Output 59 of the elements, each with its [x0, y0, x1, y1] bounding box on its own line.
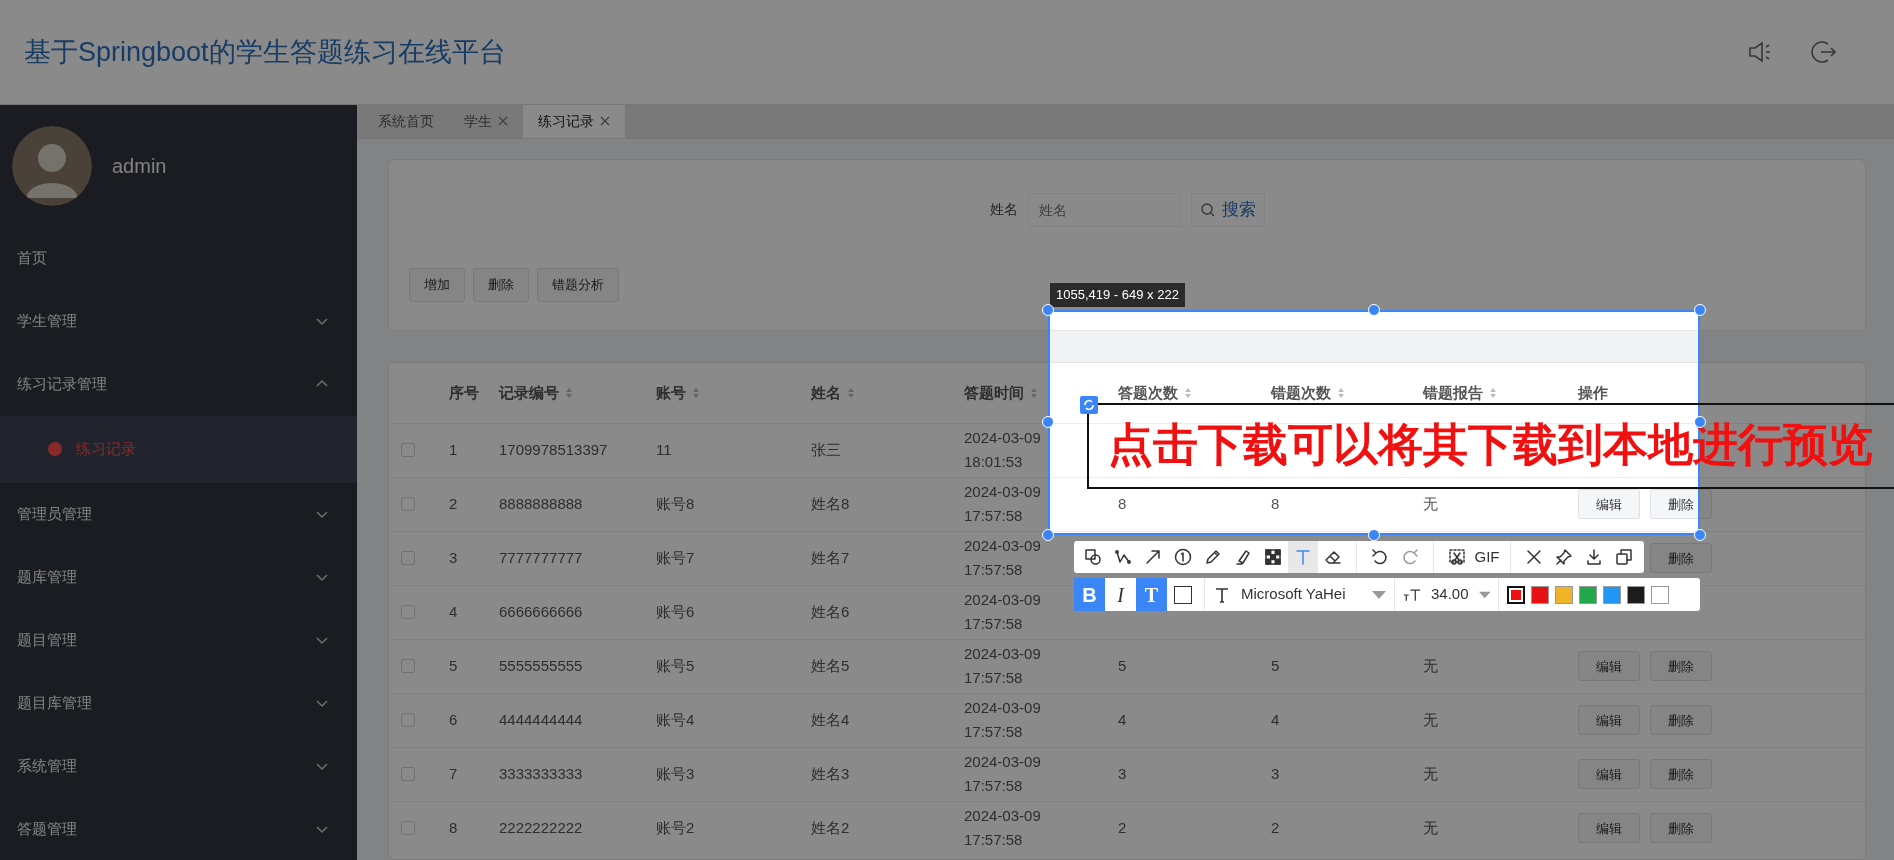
table-cell-text: 4	[1270, 710, 1281, 731]
table-cell-text: 11	[655, 440, 673, 461]
table-cell-text: 姓名3	[810, 764, 851, 785]
user-name: admin	[112, 153, 167, 179]
table-cell-text: 无	[1422, 656, 1439, 677]
table-cell-text: 4	[1117, 710, 1128, 731]
table-cell-text: 姓名2	[810, 818, 851, 839]
table-cell-text: 2	[1117, 818, 1128, 839]
table-cell-text: 无	[1422, 494, 1439, 515]
table-cell-text: 账号4	[655, 710, 696, 731]
table-cell-text: 2024-03-09 17:57:58	[963, 806, 1042, 851]
table-cell-text: 3	[1117, 764, 1128, 785]
size-label: 1055,419 - 649 x 222	[1050, 283, 1185, 307]
table-cell-text: 无	[1422, 710, 1439, 731]
table-cell-text: 3333333333	[498, 764, 584, 785]
table-cell-text: 无	[1422, 818, 1439, 839]
table-cell-text: 姓名8	[810, 494, 851, 515]
table-cell-text: 8888888888	[498, 494, 584, 515]
table-cell-text: 张三	[810, 440, 842, 461]
table-cell-text: 6	[448, 710, 459, 731]
table-cell-text: 账号2	[655, 818, 696, 839]
table-cell-text: 5	[448, 656, 459, 677]
table-cell-text: 7777777777	[498, 548, 584, 569]
app-title: 基于Springboot的学生答题练习在线平台	[24, 35, 506, 69]
table-cell-text: 2024-03-09 17:57:58	[963, 482, 1042, 527]
table-cell-text: 4444444444	[498, 710, 584, 731]
table-cell-text: 姓名5	[810, 656, 851, 677]
table-cell-text: 5555555555	[498, 656, 584, 677]
table-cell-text: 账号6	[655, 602, 696, 623]
table-cell-text: 姓名7	[810, 548, 851, 569]
table-cell-text: 2024-03-09 17:57:58	[963, 698, 1042, 743]
table-cell-text: 2024-03-09 18:01:53	[963, 428, 1042, 473]
table-cell-text: 账号3	[655, 764, 696, 785]
table-cell-text: 2024-03-09 17:57:58	[963, 752, 1042, 797]
table-cell-text: 3	[448, 548, 459, 569]
table-cell-text: 3	[1270, 764, 1281, 785]
table-cell-text: 2024-03-09 17:57:58	[963, 536, 1042, 581]
table-cell-text: 8	[448, 818, 459, 839]
table-cell-text: 5	[1270, 656, 1281, 677]
table-cell-text: 2222222222	[498, 818, 584, 839]
table-cell-text: 2	[448, 494, 459, 515]
table-cell-text: 1709978513397	[498, 440, 609, 461]
table-cell-text: 姓名6	[810, 602, 851, 623]
table-cell-text: 账号7	[655, 548, 696, 569]
table-cell-text: 无	[1422, 764, 1439, 785]
table-cell-text: 6666666666	[498, 602, 584, 623]
table-cell-text: 5	[1117, 656, 1128, 677]
table-cell-text: 2024-03-09 17:57:58	[963, 590, 1042, 635]
table-cell-text: 1	[448, 440, 459, 461]
table-cell-text: 8	[1117, 494, 1128, 515]
table-cell-text: 姓名4	[810, 710, 851, 731]
search-label: 姓名	[989, 200, 1018, 220]
table-cell-text: 7	[448, 764, 459, 785]
table-cell-text: 2	[1270, 818, 1281, 839]
table-cell-text: 2024-03-09 17:57:58	[963, 644, 1042, 689]
table-cell-text: 账号5	[655, 656, 696, 677]
table-cell-text: 4	[448, 602, 459, 623]
table-cell-text: 8	[1270, 494, 1281, 515]
table-cell-text: 账号8	[655, 494, 696, 515]
